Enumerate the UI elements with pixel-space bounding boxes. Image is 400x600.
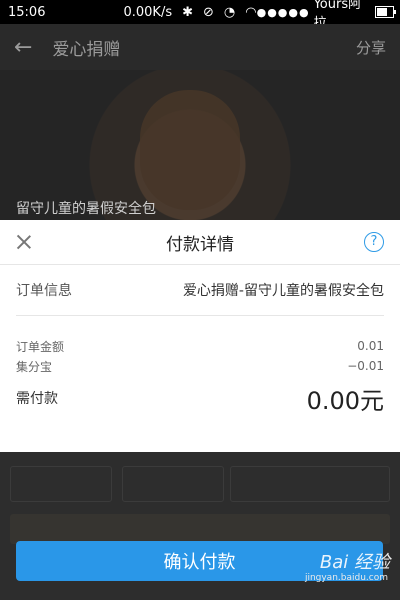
payable-amount: 0.00元 [306, 386, 384, 415]
order-amount-row: 订单金额 0.01 [0, 336, 400, 356]
order-amount-label: 订单金额 [16, 339, 65, 354]
jifenbao-row: 集分宝 −0.01 [0, 356, 400, 376]
back-arrow-icon[interactable]: ← [14, 35, 32, 60]
payable-row: 需付款 0.00元 [0, 376, 400, 420]
ghost-banner [10, 514, 390, 544]
status-bar: 15:06 0.00K/s ✱ ⊘ ◔ ◠ ●●●●● Yours阿拉 [0, 0, 400, 31]
help-icon[interactable]: ? [364, 232, 384, 252]
page-header: ← 爱心捐赠 分享 [0, 24, 400, 70]
signal-strength: ●●●●● [256, 5, 310, 19]
sheet-title: 付款详情 [166, 234, 234, 255]
hero-caption: 留守儿童的暑假安全包 [16, 201, 156, 217]
bluetooth-icon: ✱ [182, 4, 193, 20]
jifenbao-label: 集分宝 [16, 359, 53, 374]
sheet-header: 付款详情 ? [0, 220, 400, 265]
order-info-value: 爱心捐赠-留守儿童的暑假安全包 [182, 283, 384, 299]
order-info-row: 订单信息 爱心捐赠-留守儿童的暑假安全包 [0, 265, 400, 315]
battery-icon [374, 6, 397, 18]
share-button[interactable]: 分享 [356, 37, 386, 58]
amount-breakdown: 订单金额 0.01 集分宝 −0.01 [0, 316, 400, 376]
page-title: 爱心捐赠 [52, 39, 121, 60]
baidu-watermark: Bai 经验 [319, 552, 390, 573]
child-photo [140, 90, 240, 210]
ghost-option [10, 466, 112, 502]
alarm-icon: ◔ [223, 4, 236, 20]
close-icon[interactable] [14, 232, 34, 252]
order-info-label: 订单信息 [16, 283, 72, 299]
order-amount-value: 0.01 [357, 339, 384, 353]
ghost-option [122, 466, 224, 502]
jifenbao-value: −0.01 [347, 359, 384, 373]
hero-image: 留守儿童的暑假安全包 [0, 70, 400, 220]
payment-detail-sheet: 付款详情 ? 订单信息 爱心捐赠-留守儿童的暑假安全包 订单金额 0.01 集分… [0, 220, 400, 452]
payable-label: 需付款 [16, 391, 58, 407]
ghost-option [230, 466, 390, 502]
wifi-icon: ◠ [245, 4, 257, 20]
watermark-url: jingyan.baidu.com [304, 573, 388, 583]
status-time: 15:06 [8, 4, 46, 20]
status-icons: ✱ ⊘ ◔ ◠ [182, 5, 257, 20]
silent-icon: ⊘ [203, 4, 214, 20]
network-speed: 0.00K/s [123, 4, 173, 20]
